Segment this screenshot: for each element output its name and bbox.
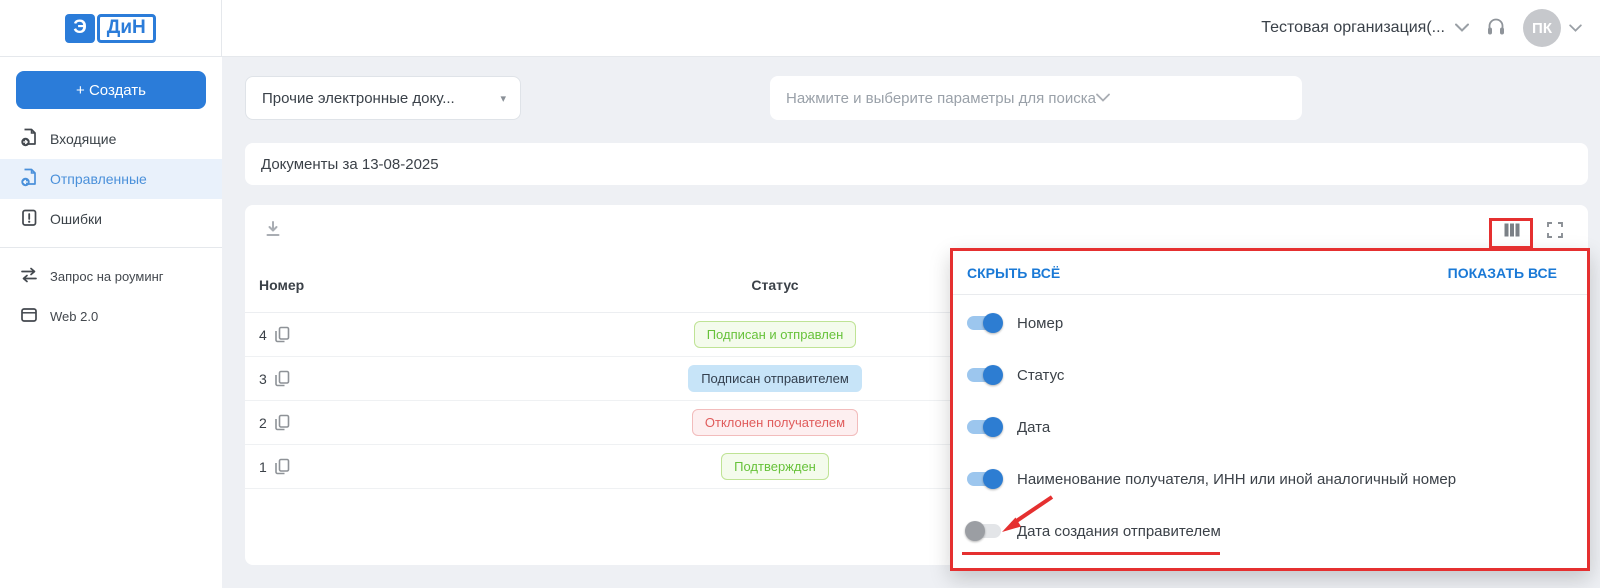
sidebar-item-label: Web 2.0 <box>50 309 98 324</box>
sidebar-item-web20[interactable]: Web 2.0 <box>0 296 222 336</box>
download-icon[interactable] <box>263 219 283 244</box>
status-badge: Отклонен получателем <box>692 409 858 436</box>
toggle-status[interactable] <box>967 368 1001 382</box>
sidebar-item-incoming[interactable]: Входящие <box>0 119 222 159</box>
column-toggle-row: Статус <box>967 349 1573 401</box>
document-number: 4 <box>259 327 267 343</box>
logo-part-e: Э <box>65 14 95 43</box>
sidebar-item-errors[interactable]: Ошибки <box>0 199 222 239</box>
user-menu[interactable]: ПК <box>1523 9 1582 47</box>
incoming-document-icon <box>19 127 39 151</box>
page: Э ДиН Тестовая организация(... <box>0 0 1600 588</box>
documents-date-bar: Документы за 13-08-2025 <box>245 143 1588 185</box>
sent-document-icon <box>19 167 39 191</box>
toggle-label: Наименование получателя, ИНН или иной ан… <box>1017 471 1456 488</box>
avatar: ПК <box>1523 9 1561 47</box>
app-logo[interactable]: Э ДиН <box>65 14 155 43</box>
organization-name: Тестовая организация(... <box>1261 19 1445 37</box>
document-type-value: Прочие электронные доку... <box>262 90 455 107</box>
toggle-number[interactable] <box>967 316 1001 330</box>
fullscreen-icon[interactable] <box>1546 221 1564 244</box>
sidebar-item-label: Отправленные <box>50 171 147 187</box>
status-badge: Подписан и отправлен <box>694 321 857 348</box>
caret-down-icon: ▾ <box>500 92 506 105</box>
organization-selector[interactable]: Тестовая организация(... <box>1261 19 1469 37</box>
columns-settings-icon[interactable] <box>1502 220 1522 245</box>
headset-icon <box>1485 15 1507 42</box>
status-badge: Подписан отправителем <box>688 365 862 392</box>
column-toggle-row: Дата создания отправителем <box>967 505 1573 557</box>
support-headset-button[interactable] <box>1485 15 1507 42</box>
document-number: 1 <box>259 459 267 475</box>
status-badge: Подтвержден <box>721 453 829 480</box>
chevron-down-icon <box>1096 89 1110 107</box>
document-type-dropdown[interactable]: Прочие электронные доку... ▾ <box>245 76 521 120</box>
toggle-label: Дата <box>1017 419 1050 436</box>
toggle-label: Дата создания отправителем <box>1017 523 1221 540</box>
browser-window-icon <box>19 306 39 327</box>
column-toggle-row: Номер <box>967 297 1573 349</box>
annotation-red-underline <box>962 552 1220 555</box>
toggle-date[interactable] <box>967 420 1001 434</box>
search-input[interactable]: Нажмите и выберите параметры для поиска <box>770 76 1302 120</box>
copy-icon[interactable] <box>274 457 291 476</box>
sidebar-item-label: Ошибки <box>50 211 102 227</box>
popup-toggle-list: Номер Статус Дата Наименование получател… <box>953 295 1587 557</box>
logo-part-din: ДиН <box>97 14 156 43</box>
top-header: Э ДиН Тестовая организация(... <box>0 0 1600 57</box>
popup-header: СКРЫТЬ ВСЁ ПОКАЗАТЬ ВСЕ <box>953 251 1587 295</box>
sidebar-item-roaming-request[interactable]: Запрос на роуминг <box>0 256 222 296</box>
search-placeholder: Нажмите и выберите параметры для поиска <box>786 90 1096 107</box>
create-button[interactable]: + Создать <box>16 71 206 109</box>
chevron-down-icon <box>1569 19 1582 37</box>
sidebar: + Создать Входящие <box>0 57 222 588</box>
sidebar-item-label: Запрос на роуминг <box>50 269 164 284</box>
hide-all-link[interactable]: СКРЫТЬ ВСЁ <box>967 265 1060 281</box>
toggle-label: Статус <box>1017 367 1064 384</box>
column-header-number: Номер <box>245 277 525 293</box>
show-all-link[interactable]: ПОКАЗАТЬ ВСЕ <box>1448 265 1557 281</box>
column-toggle-row: Дата <box>967 401 1573 453</box>
copy-icon[interactable] <box>274 413 291 432</box>
column-visibility-popup: СКРЫТЬ ВСЁ ПОКАЗАТЬ ВСЕ Номер Статус Дат… <box>950 248 1590 571</box>
copy-icon[interactable] <box>274 325 291 344</box>
sidebar-divider <box>0 247 222 248</box>
chevron-down-icon <box>1455 19 1469 37</box>
column-toggle-row: Наименование получателя, ИНН или иной ан… <box>967 453 1573 505</box>
toggle-sender-creation-date[interactable] <box>967 524 1001 538</box>
logo-area: Э ДиН <box>0 0 222 56</box>
toggle-label: Номер <box>1017 315 1063 332</box>
document-number: 3 <box>259 371 267 387</box>
sidebar-item-sent[interactable]: Отправленные <box>0 159 222 199</box>
error-clipboard-icon <box>19 207 39 231</box>
roaming-arrows-icon <box>19 266 39 287</box>
copy-icon[interactable] <box>274 369 291 388</box>
toggle-recipient-name[interactable] <box>967 472 1001 486</box>
sidebar-item-label: Входящие <box>50 131 116 147</box>
header-controls: Тестовая организация(... ПК <box>1261 0 1582 56</box>
document-number: 2 <box>259 415 267 431</box>
